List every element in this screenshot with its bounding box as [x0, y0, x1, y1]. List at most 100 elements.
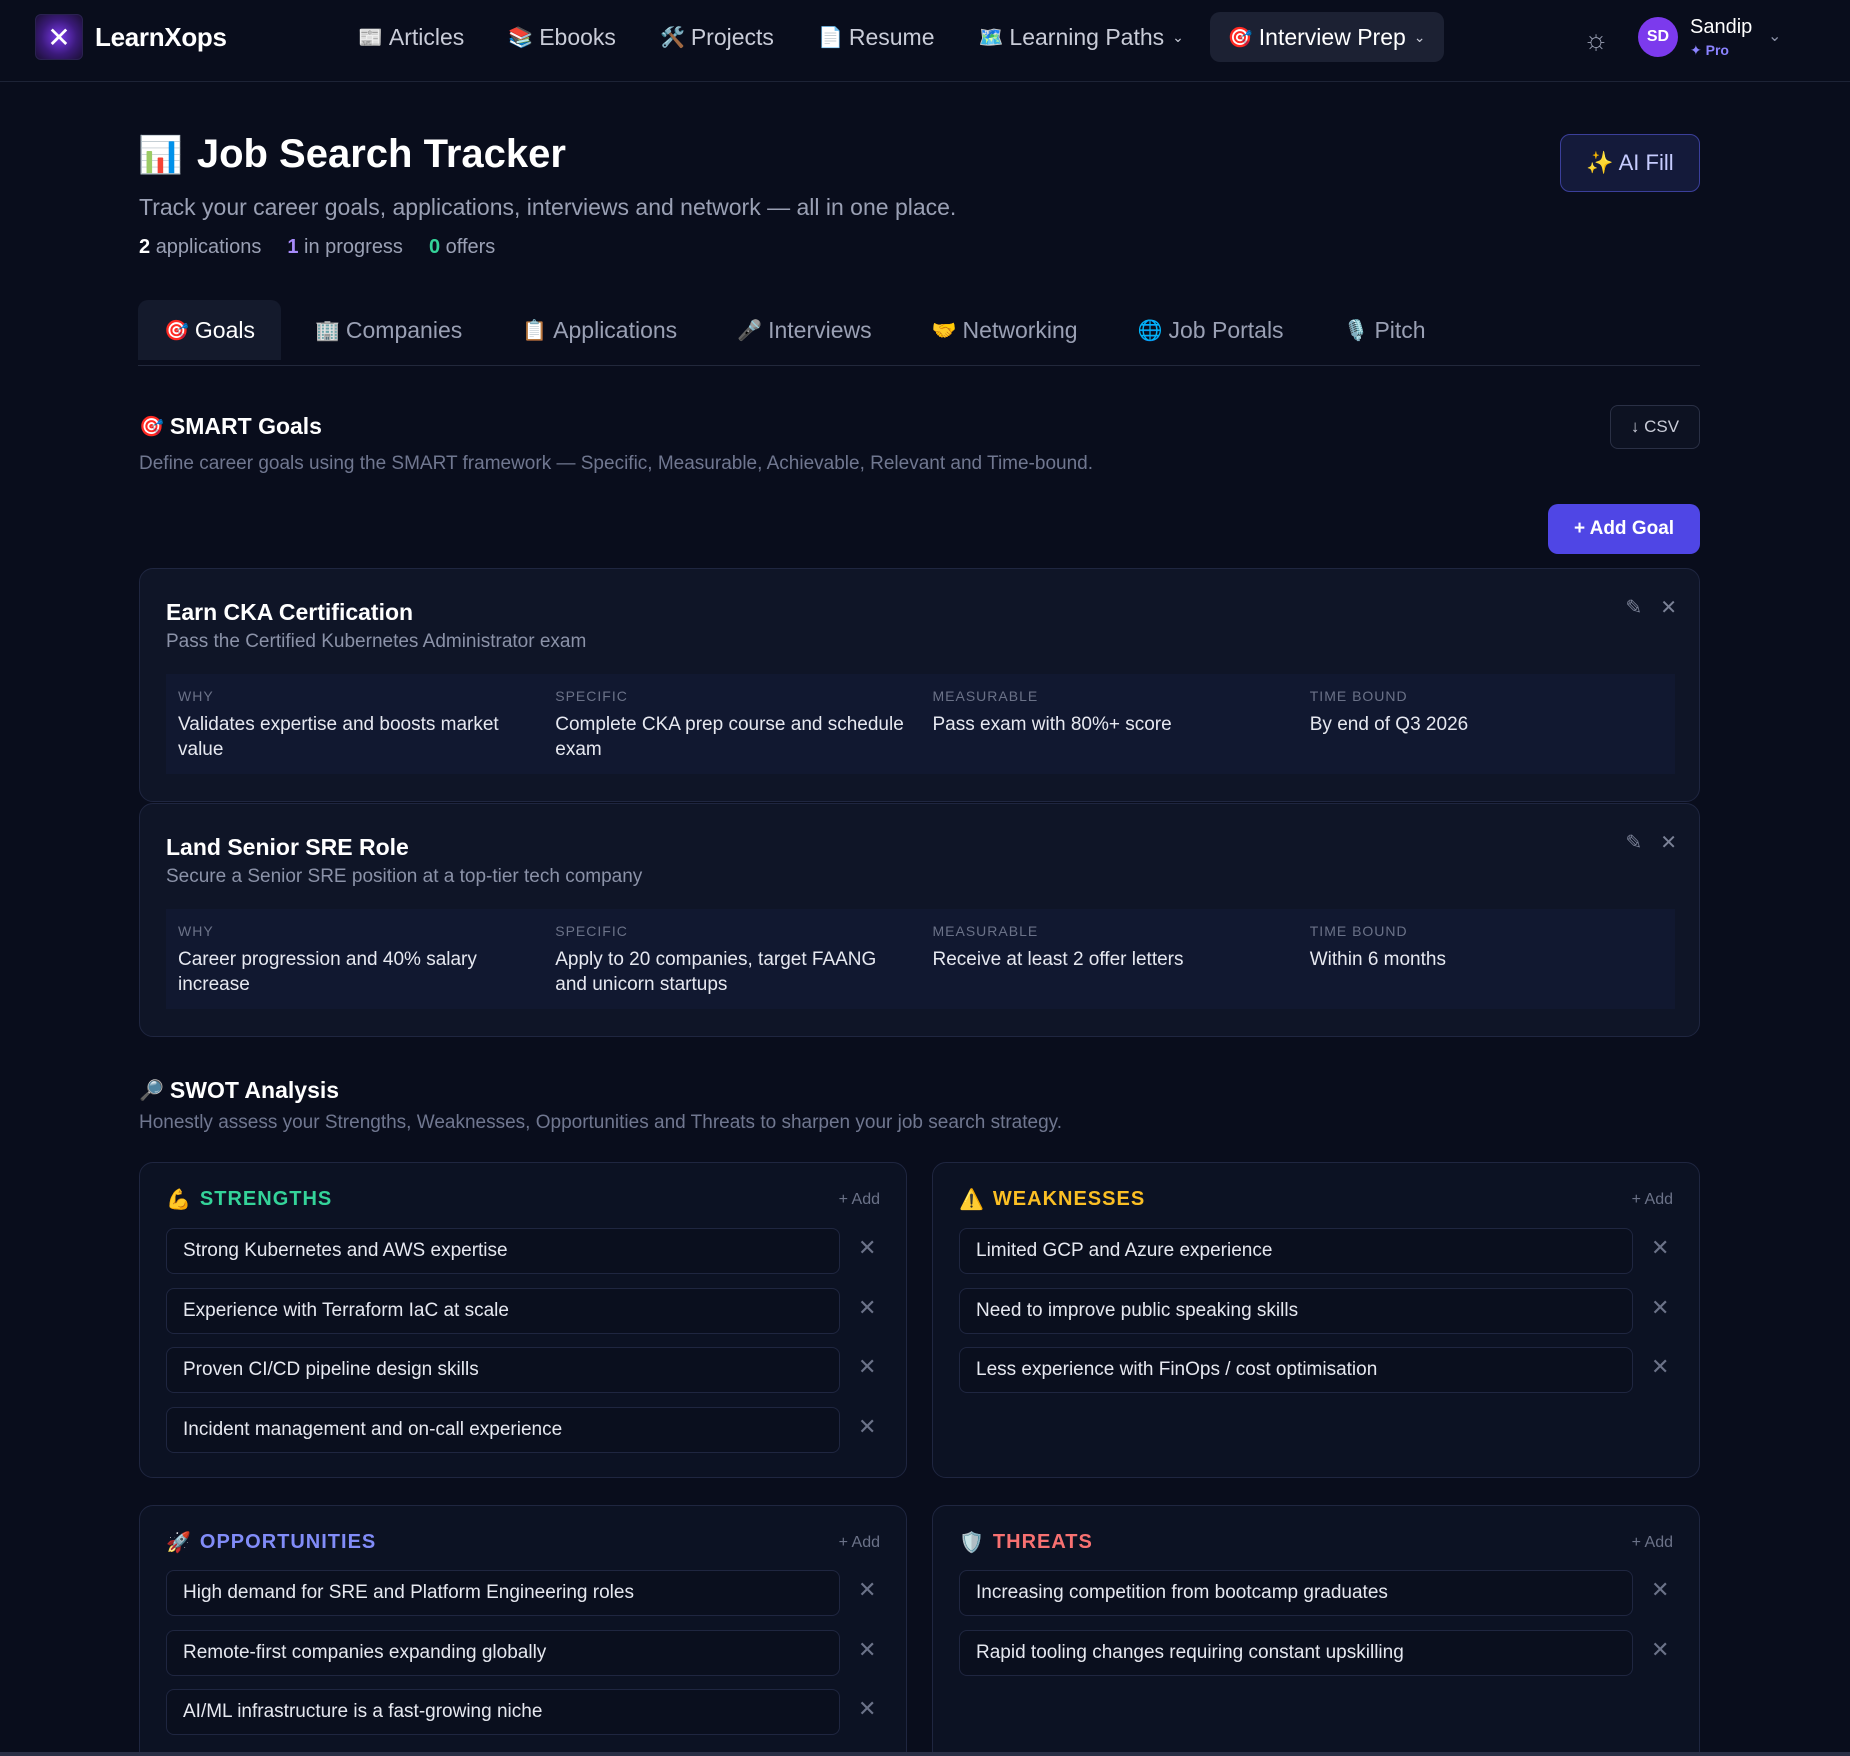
field-value: Validates expertise and boosts market va…: [178, 714, 499, 760]
tab-goals[interactable]: 🎯 Goals: [138, 300, 281, 360]
field-value: Receive at least 2 offer letters: [932, 949, 1184, 970]
swot-heading-text: WEAKNESSES: [992, 1188, 1146, 1210]
page-title-text: Job Search Tracker: [196, 132, 566, 176]
nav-ebooks[interactable]: 📚 Ebooks: [490, 12, 634, 62]
close-icon[interactable]: ✕: [1651, 1295, 1669, 1321]
tab-companies[interactable]: 🏢 Companies: [289, 300, 488, 360]
add-opportunity-button[interactable]: + Add: [839, 1534, 880, 1552]
tab-label: Interviews: [768, 316, 872, 343]
swot-item[interactable]: Increasing competition from bootcamp gra…: [959, 1570, 1633, 1616]
goal-field-why: WHY Career progression and 40% salary in…: [166, 909, 544, 1009]
avatar[interactable]: SD: [1638, 17, 1678, 57]
tabs: 🎯 Goals 🏢 Companies 📋 Applications 🎤 Int…: [138, 300, 1700, 366]
add-weakness-button[interactable]: + Add: [1632, 1191, 1673, 1209]
section-title-text: SWOT Analysis: [169, 1077, 340, 1103]
goal-subtitle: Secure a Senior SRE position at a top-ti…: [166, 866, 643, 887]
smart-goals-title: 🎯 SMART Goals: [139, 413, 322, 440]
close-icon[interactable]: ✕: [858, 1637, 876, 1663]
goal-actions: ✎ ✕: [1607, 830, 1677, 855]
edit-pencil-icon[interactable]: ✎: [1625, 595, 1642, 620]
chevron-down-icon[interactable]: ⌄: [1768, 26, 1781, 46]
goal-field-measurable: MEASURABLE Pass exam with 80%+ score: [920, 674, 1298, 774]
csv-export-button[interactable]: ↓ CSV: [1610, 405, 1700, 449]
swot-item[interactable]: Proven CI/CD pipeline design skills: [166, 1347, 840, 1393]
tab-job-portals[interactable]: 🌐 Job Portals: [1112, 300, 1310, 360]
handshake-icon: 🤝: [931, 319, 957, 342]
nav-interview-prep[interactable]: 🎯 Interview Prep ⌄: [1209, 12, 1444, 62]
swot-heading-text: OPPORTUNITIES: [199, 1531, 377, 1553]
swot-item[interactable]: Less experience with FinOps / cost optim…: [959, 1347, 1633, 1393]
tab-label: Networking: [962, 316, 1078, 343]
weaknesses-heading: ⚠️ WEAKNESSES: [959, 1187, 1145, 1212]
swot-item[interactable]: Limited GCP and Azure experience: [959, 1228, 1633, 1274]
tab-label: Job Portals: [1168, 316, 1284, 343]
add-goal-button[interactable]: + Add Goal: [1548, 504, 1700, 554]
brand-logo-icon: ✕: [35, 14, 83, 60]
tab-label: Applications: [553, 316, 678, 343]
close-icon[interactable]: ✕: [1651, 1235, 1669, 1261]
stat-applications: 2 applications: [139, 236, 261, 259]
magnifier-icon: 🔎: [139, 1080, 164, 1102]
goal-actions: ✎ ✕: [1607, 595, 1677, 620]
field-value: Complete CKA prep course and schedule ex…: [555, 714, 904, 760]
close-icon[interactable]: ✕: [1651, 1354, 1669, 1380]
stats-row: 2 applications 1 in progress 0 offers: [139, 236, 521, 259]
close-icon[interactable]: ✕: [1651, 1577, 1669, 1603]
swot-heading-text: STRENGTHS: [199, 1188, 333, 1210]
section-title-text: SMART Goals: [169, 413, 322, 439]
goal-field-why: WHY Validates expertise and boosts marke…: [166, 674, 544, 774]
add-strength-button[interactable]: + Add: [839, 1191, 880, 1209]
tab-networking[interactable]: 🤝 Networking: [906, 300, 1104, 360]
nav-articles[interactable]: 📰 Articles: [340, 12, 482, 62]
target-icon: 🎯: [139, 416, 164, 438]
swot-item[interactable]: Strong Kubernetes and AWS expertise: [166, 1228, 840, 1274]
goal-subtitle: Pass the Certified Kubernetes Administra…: [166, 631, 587, 652]
smart-goals-description: Define career goals using the SMART fram…: [139, 453, 1093, 474]
close-icon[interactable]: ✕: [1660, 830, 1677, 855]
rocket-icon: 🚀: [166, 1532, 192, 1554]
swot-item[interactable]: Need to improve public speaking skills: [959, 1288, 1633, 1334]
target-icon: 🎯: [1227, 26, 1253, 49]
stat-progress-count: 1: [287, 236, 299, 258]
nav-resume[interactable]: 📄 Resume: [800, 12, 953, 62]
close-icon[interactable]: ✕: [858, 1577, 876, 1603]
swot-item[interactable]: Remote-first companies expanding globall…: [166, 1630, 840, 1676]
goal-field-time-bound: TIME BOUND By end of Q3 2026: [1297, 674, 1675, 774]
swot-item[interactable]: Rapid tooling changes requiring constant…: [959, 1630, 1633, 1676]
close-icon[interactable]: ✕: [858, 1295, 876, 1321]
tab-applications[interactable]: 📋 Applications: [496, 300, 703, 360]
field-label: WHY: [178, 923, 214, 939]
stat-in-progress: 1 in progress: [287, 236, 403, 259]
tab-pitch[interactable]: 🎙️ Pitch: [1318, 300, 1452, 360]
swot-item[interactable]: Incident management and on-call experien…: [166, 1407, 840, 1453]
close-icon[interactable]: ✕: [858, 1696, 876, 1722]
swot-threats-card: 🛡️ THREATS + Add Increasing competition …: [932, 1505, 1700, 1756]
close-icon[interactable]: ✕: [1651, 1637, 1669, 1663]
tab-label: Companies: [345, 316, 463, 343]
page-subtitle: Track your career goals, applications, i…: [139, 194, 957, 220]
nav-learning-paths[interactable]: 🗺️ Learning Paths ⌄: [961, 12, 1202, 62]
ai-fill-button[interactable]: ✨ AI Fill: [1560, 134, 1700, 192]
field-value: Pass exam with 80%+ score: [932, 714, 1172, 735]
close-icon[interactable]: ✕: [858, 1354, 876, 1380]
nav-projects[interactable]: 🛠️ Projects: [642, 12, 792, 62]
close-icon[interactable]: ✕: [858, 1235, 876, 1261]
user-name[interactable]: Sandip: [1690, 16, 1752, 39]
close-icon[interactable]: ✕: [1660, 595, 1677, 620]
globe-icon: 🌐: [1137, 319, 1163, 342]
goal-title: Earn CKA Certification: [166, 599, 414, 625]
nav-label: Resume: [848, 23, 935, 50]
swot-item[interactable]: High demand for SRE and Platform Enginee…: [166, 1570, 840, 1616]
swot-item[interactable]: Experience with Terraform IaC at scale: [166, 1288, 840, 1334]
brand[interactable]: ✕ LearnXops: [35, 14, 227, 60]
sun-icon[interactable]: ☼: [1578, 22, 1614, 58]
edit-pencil-icon[interactable]: ✎: [1625, 830, 1642, 855]
tab-interviews[interactable]: 🎤 Interviews: [711, 300, 897, 360]
close-icon[interactable]: ✕: [858, 1414, 876, 1440]
swot-title: 🔎 SWOT Analysis: [139, 1077, 339, 1104]
chevron-down-icon: ⌄: [1413, 28, 1426, 45]
swot-item[interactable]: AI/ML infrastructure is a fast-growing n…: [166, 1689, 840, 1735]
add-threat-button[interactable]: + Add: [1632, 1534, 1673, 1552]
goal-field-specific: SPECIFIC Apply to 20 companies, target F…: [543, 909, 921, 1009]
stat-offers-label: offers: [445, 236, 496, 258]
